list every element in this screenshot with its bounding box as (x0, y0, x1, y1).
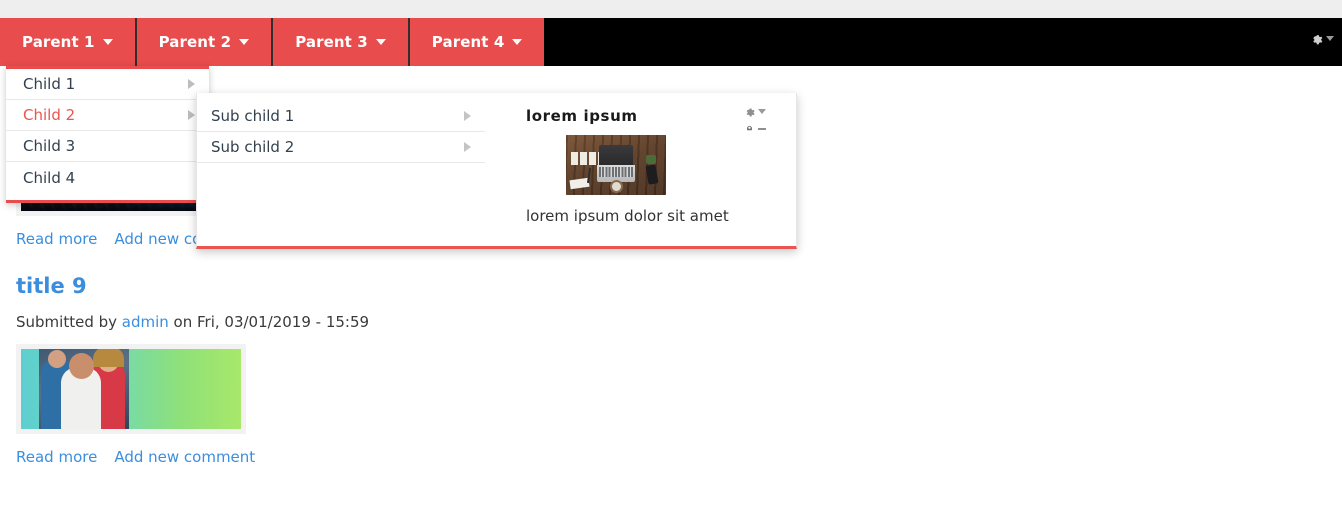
top-spacer (0, 0, 1342, 18)
main-menu-bar[interactable]: Parent 1 Parent 2 Parent 3 Parent 4 (0, 18, 545, 66)
menu-item-parent-3[interactable]: Parent 3 (273, 18, 410, 66)
submitted-prefix: Submitted by (16, 313, 122, 331)
menu-item-label: Parent 3 (295, 33, 368, 51)
author-link[interactable]: admin (122, 313, 169, 331)
chevron-right-icon (464, 111, 471, 121)
promo-contextual-links[interactable] (743, 105, 766, 134)
child-menu-label: Child 3 (23, 137, 76, 155)
contextual-gear-row[interactable] (743, 105, 766, 118)
menu-item-parent-4[interactable]: Parent 4 (409, 18, 545, 66)
caret-down-icon (1326, 36, 1334, 41)
promo-image[interactable] (566, 135, 666, 195)
dash-icon (758, 128, 766, 130)
people-photo-region (39, 349, 129, 429)
menu-item-parent-1[interactable]: Parent 1 (0, 18, 137, 66)
node-links: Read more Add new comment (16, 448, 1342, 466)
node-title-link[interactable]: title 9 (16, 274, 1342, 298)
sub-menu-item-2[interactable]: Sub child 2 (197, 132, 485, 163)
promo-block: lorem ipsum lorem ipsum dolor sit amet (485, 93, 796, 246)
node-submitted-line: Submitted by admin on Fri, 03/01/2019 - … (16, 313, 1342, 331)
promo-caption: lorem ipsum dolor sit amet (526, 207, 729, 225)
gear-icon (746, 108, 755, 117)
node-image-frame (16, 344, 246, 434)
menu-item-label: Parent 1 (22, 33, 95, 51)
pencil-icon (747, 125, 752, 131)
person-center (61, 353, 101, 429)
child-menu-item-4[interactable]: Child 4 (6, 162, 209, 193)
chevron-down-icon (102, 39, 113, 45)
add-comment-link[interactable]: Add new comment (114, 448, 255, 466)
chevron-right-icon (188, 79, 195, 89)
read-more-link[interactable]: Read more (16, 448, 97, 466)
read-more-link[interactable]: Read more (16, 230, 97, 248)
child-menu-item-1[interactable]: Child 1 (6, 69, 209, 100)
child-menu-label: Child 4 (23, 168, 76, 187)
caret-down-icon (758, 109, 766, 114)
plant (646, 155, 656, 164)
sub-menu-mega-panel[interactable]: Sub child 1 Sub child 2 lorem ipsum lore… (196, 93, 797, 249)
chevron-right-icon (188, 110, 195, 120)
sub-menu-label: Sub child 2 (211, 138, 295, 156)
coffee-cup (610, 180, 623, 193)
child-menu-item-2[interactable]: Child 2 (6, 100, 209, 131)
child-menu-label: Child 2 (23, 106, 76, 124)
laptop-keyboard (599, 167, 633, 177)
sub-menu-label: Sub child 1 (211, 107, 295, 125)
chevron-right-icon (464, 142, 471, 152)
contextual-edit-row[interactable] (743, 121, 766, 134)
gear-icon (1313, 35, 1323, 45)
child-menu-panel[interactable]: Child 1 Child 2 Child 3 Child 4 (6, 66, 209, 203)
laptop-screen (599, 145, 633, 165)
chevron-down-icon (239, 39, 250, 45)
sub-menu-item-1[interactable]: Sub child 1 (197, 101, 485, 132)
promo-title: lorem ipsum (526, 107, 638, 125)
chevron-down-icon (512, 39, 523, 45)
node-thumbnail-people[interactable] (21, 349, 241, 429)
header-contextual-links-toggle[interactable] (1309, 31, 1334, 46)
menu-item-parent-2[interactable]: Parent 2 (136, 18, 274, 66)
node-teaser-2: title 9 Submitted by admin on Fri, 03/01… (0, 248, 1342, 466)
menu-item-label: Parent 2 (158, 33, 232, 51)
child-menu-label: Child 1 (23, 75, 76, 93)
child-menu-item-3[interactable]: Child 3 (6, 131, 209, 162)
chevron-down-icon (375, 39, 386, 45)
sub-menu-column: Sub child 1 Sub child 2 (197, 93, 485, 246)
submitted-suffix: on Fri, 03/01/2019 - 15:59 (168, 313, 370, 331)
menu-item-label: Parent 4 (431, 33, 505, 51)
